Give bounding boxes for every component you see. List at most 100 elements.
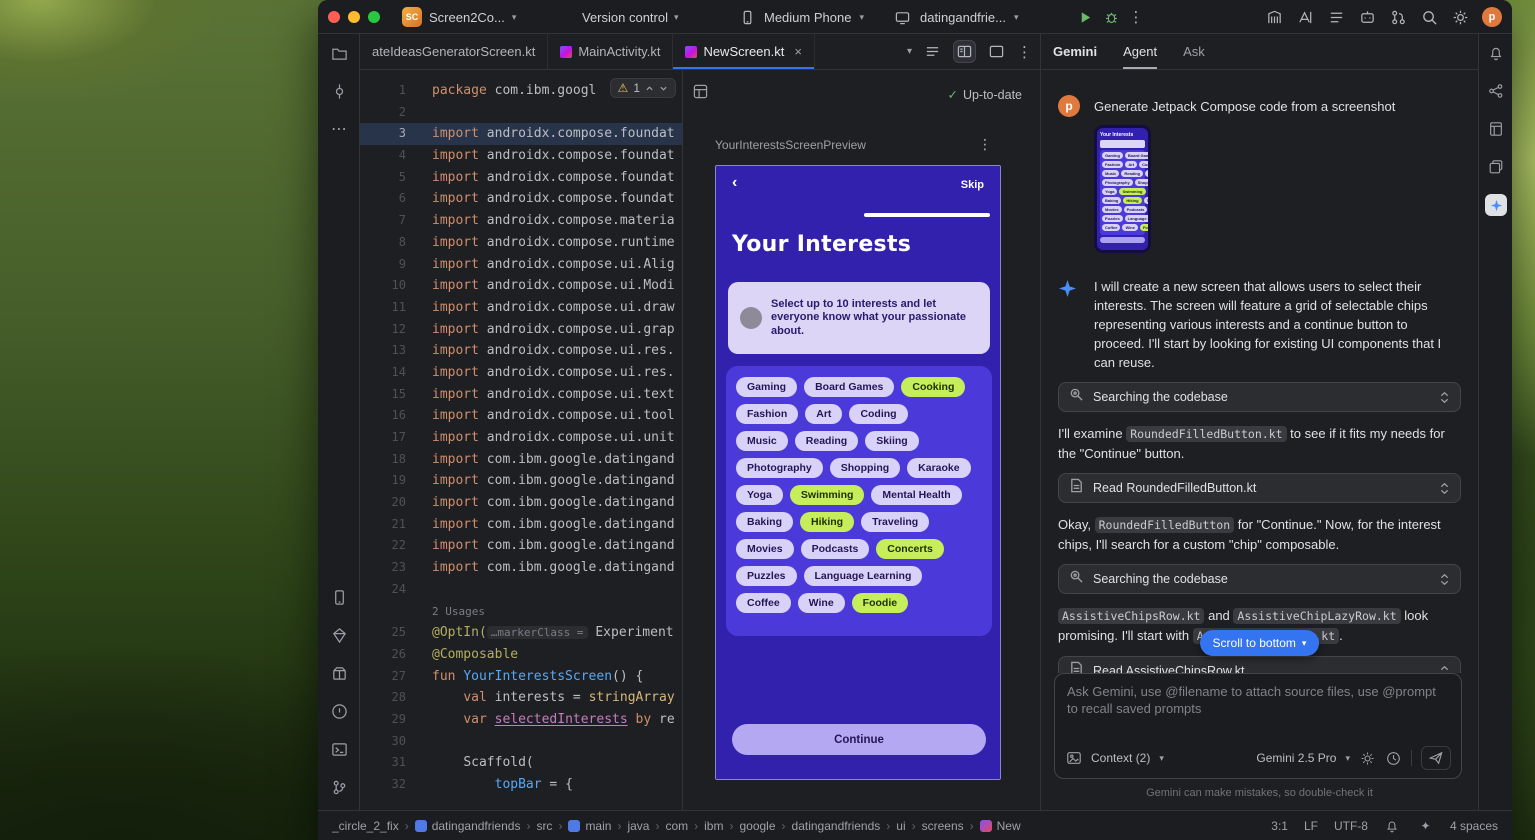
line-number[interactable]: 5 [360,167,420,189]
preview-options-icon[interactable]: ⋮ [978,136,992,153]
indent-setting[interactable]: 4 spaces [1450,819,1498,833]
code-view-icon[interactable] [922,41,943,62]
scroll-to-bottom-button[interactable]: Scroll to bottom▾ [1200,630,1320,656]
model-selector[interactable]: Gemini 2.5 Pro [1256,751,1336,765]
code-line[interactable]: 9import androidx.compose.ui.Alig [360,254,682,276]
code-line[interactable]: 4import androidx.compose.foundat [360,145,682,167]
breadcrumb-item[interactable]: ui [896,819,905,833]
version-control-branch-icon[interactable] [318,768,360,806]
breadcrumb-item[interactable]: java [627,819,649,833]
line-number[interactable]: 29 [360,709,420,731]
code-line[interactable]: 2 Usages [360,601,682,623]
code-line[interactable]: 30 [360,731,682,753]
line-number[interactable]: 2 [360,102,420,124]
tool-call-chip[interactable]: Read RoundedFilledButton.kt [1058,473,1461,503]
history-icon[interactable] [1385,750,1402,767]
line-number[interactable]: 31 [360,752,420,774]
code-line[interactable]: 5import androidx.compose.foundat [360,167,682,189]
vcs-widget[interactable]: Version control [582,10,668,25]
gemini-icon[interactable] [1479,186,1513,224]
code-line[interactable]: 24 [360,579,682,601]
line-number[interactable]: 27 [360,666,420,688]
caret-position[interactable]: 3:1 [1271,819,1288,833]
code-line[interactable]: 13import androidx.compose.ui.res. [360,340,682,362]
line-number[interactable]: 21 [360,514,420,536]
notifications-bell-icon[interactable] [1479,34,1513,72]
maximize-window-icon[interactable] [368,11,380,23]
line-number[interactable]: 19 [360,470,420,492]
terminal-icon[interactable] [318,730,360,768]
device-manager-icon[interactable] [1265,8,1283,26]
code-line[interactable]: 15import androidx.compose.ui.text [360,384,682,406]
chat-screenshot-thumbnail[interactable]: Your InterestsGamingBoard GamesCookingFa… [1094,125,1151,253]
editor-tab[interactable]: MainActivity.kt [548,34,673,69]
breadcrumb-item[interactable]: com [665,819,688,833]
line-number[interactable]: 11 [360,297,420,319]
line-number[interactable]: 28 [360,687,420,709]
line-number[interactable]: 3 [360,123,420,145]
breadcrumb-item[interactable]: ibm [704,819,723,833]
more-tool-windows-icon[interactable]: ⋯ [318,110,360,148]
layout-inspector-icon[interactable] [1479,110,1513,148]
close-tab-icon[interactable]: × [794,44,802,59]
context-selector[interactable]: Context (2) [1091,751,1150,765]
code-line[interactable]: 14import androidx.compose.ui.res. [360,362,682,384]
line-number[interactable]: 15 [360,384,420,406]
code-line[interactable]: 8import androidx.compose.runtime [360,232,682,254]
design-view-icon[interactable] [986,41,1007,62]
preview-sync-status[interactable]: ✓Up-to-date [947,87,1022,102]
device-explorer-icon[interactable] [1479,72,1513,110]
build-icon[interactable] [318,654,360,692]
code-line[interactable]: 10import androidx.compose.ui.Modi [360,275,682,297]
inspections-widget[interactable]: ⚠ 1 [610,78,676,98]
line-number[interactable]: 30 [360,731,420,753]
minimize-window-icon[interactable] [348,11,360,23]
hidden-tabs-chevron-icon[interactable]: ▾ [907,46,912,57]
gemini-prompt-input[interactable] [1055,674,1461,732]
breadcrumb-item[interactable]: screens [922,819,964,833]
more-actions-icon[interactable]: ⋮ [1129,8,1144,26]
window-controls[interactable] [328,11,380,23]
line-number[interactable]: 12 [360,319,420,341]
line-number[interactable]: 4 [360,145,420,167]
code-line[interactable]: 17import androidx.compose.ui.unit [360,427,682,449]
resource-manager-icon[interactable] [1479,148,1513,186]
breadcrumb-item[interactable]: datingandfriends [415,819,521,833]
expand-collapse-icon[interactable] [1439,665,1450,674]
code-line[interactable]: 19import com.ibm.google.datingand [360,470,682,492]
code-line[interactable]: 12import androidx.compose.ui.grap [360,319,682,341]
code-line[interactable]: 3import androidx.compose.foundat [360,123,682,145]
commit-icon[interactable] [318,72,360,110]
file-encoding[interactable]: UTF-8 [1334,819,1368,833]
code-line[interactable]: 11import androidx.compose.ui.draw [360,297,682,319]
line-number[interactable]: 20 [360,492,420,514]
gemini-tab-gemini[interactable]: Gemini [1053,34,1097,69]
code-line[interactable]: 22import com.ibm.google.datingand [360,535,682,557]
breadcrumb-item[interactable]: _circle_2_fix [332,819,399,833]
code-line[interactable]: 27fun YourInterestsScreen() { [360,666,682,688]
breadcrumb-item[interactable]: datingandfriends [792,819,881,833]
todo-list-icon[interactable] [1327,8,1345,26]
preview-layout-icon[interactable] [693,84,708,104]
send-button[interactable] [1421,746,1451,770]
line-number[interactable]: 1 [360,80,420,102]
gemini-settings-icon[interactable] [1359,750,1376,767]
code-line[interactable]: 20import com.ibm.google.datingand [360,492,682,514]
user-avatar[interactable]: p [1482,7,1502,27]
line-number[interactable]: 26 [360,644,420,666]
line-number[interactable]: 8 [360,232,420,254]
line-separator[interactable]: LF [1304,819,1318,833]
run-button[interactable] [1077,8,1095,26]
code-line[interactable]: 23import com.ibm.google.datingand [360,557,682,579]
line-number[interactable]: 9 [360,254,420,276]
code-line[interactable]: 26@Composable [360,644,682,666]
code-line[interactable]: 21import com.ibm.google.datingand [360,514,682,536]
gemini-tab-agent[interactable]: Agent [1123,34,1157,69]
code-line[interactable]: 7import androidx.compose.materia [360,210,682,232]
code-line[interactable]: 32 topBar = { [360,774,682,796]
line-number[interactable]: 24 [360,579,420,601]
line-number[interactable]: 23 [360,557,420,579]
line-number[interactable]: 7 [360,210,420,232]
split-view-icon[interactable] [953,40,976,63]
gemini-tab-ask[interactable]: Ask [1183,34,1205,69]
